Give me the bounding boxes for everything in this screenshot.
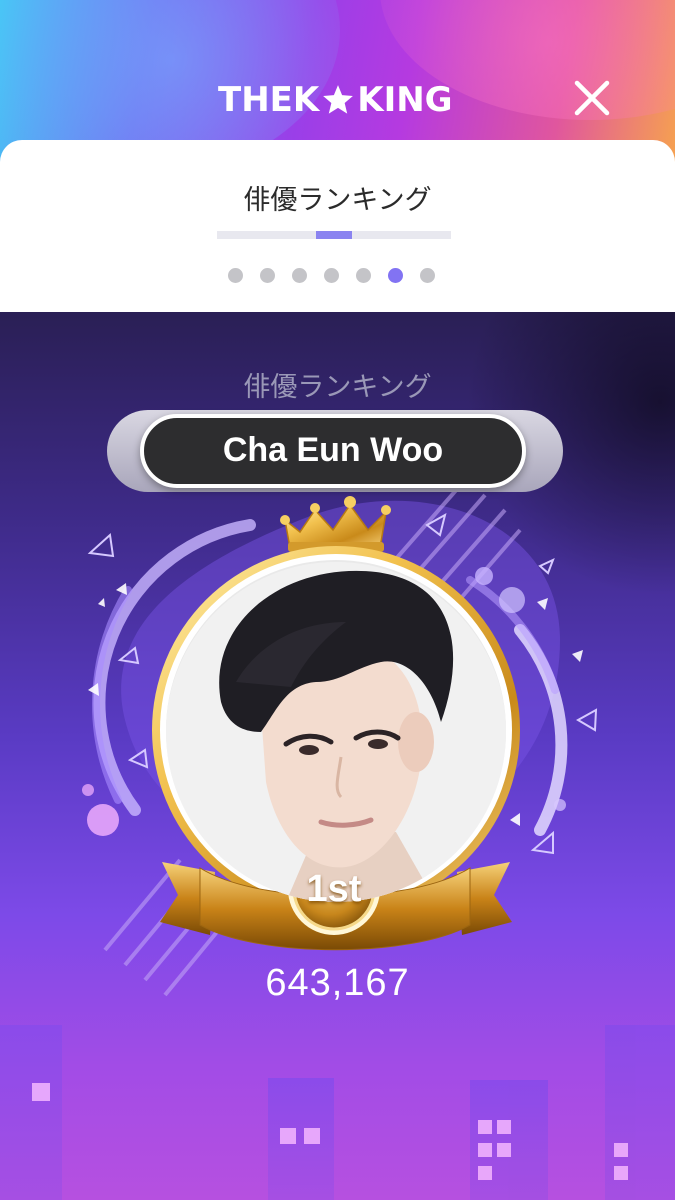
ranked-name: Cha Eun Woo — [222, 431, 444, 469]
ranking-category-label: 俳優ランキング — [243, 372, 432, 403]
app-screen: THEK KING 俳優ランキング 俳優ランキング Cha Eun Woo 1s… — [0, 0, 675, 1200]
vote-count: 643,167 — [265, 962, 410, 1004]
portrait-photo — [166, 562, 506, 902]
rank-badge: 1st — [306, 868, 362, 910]
